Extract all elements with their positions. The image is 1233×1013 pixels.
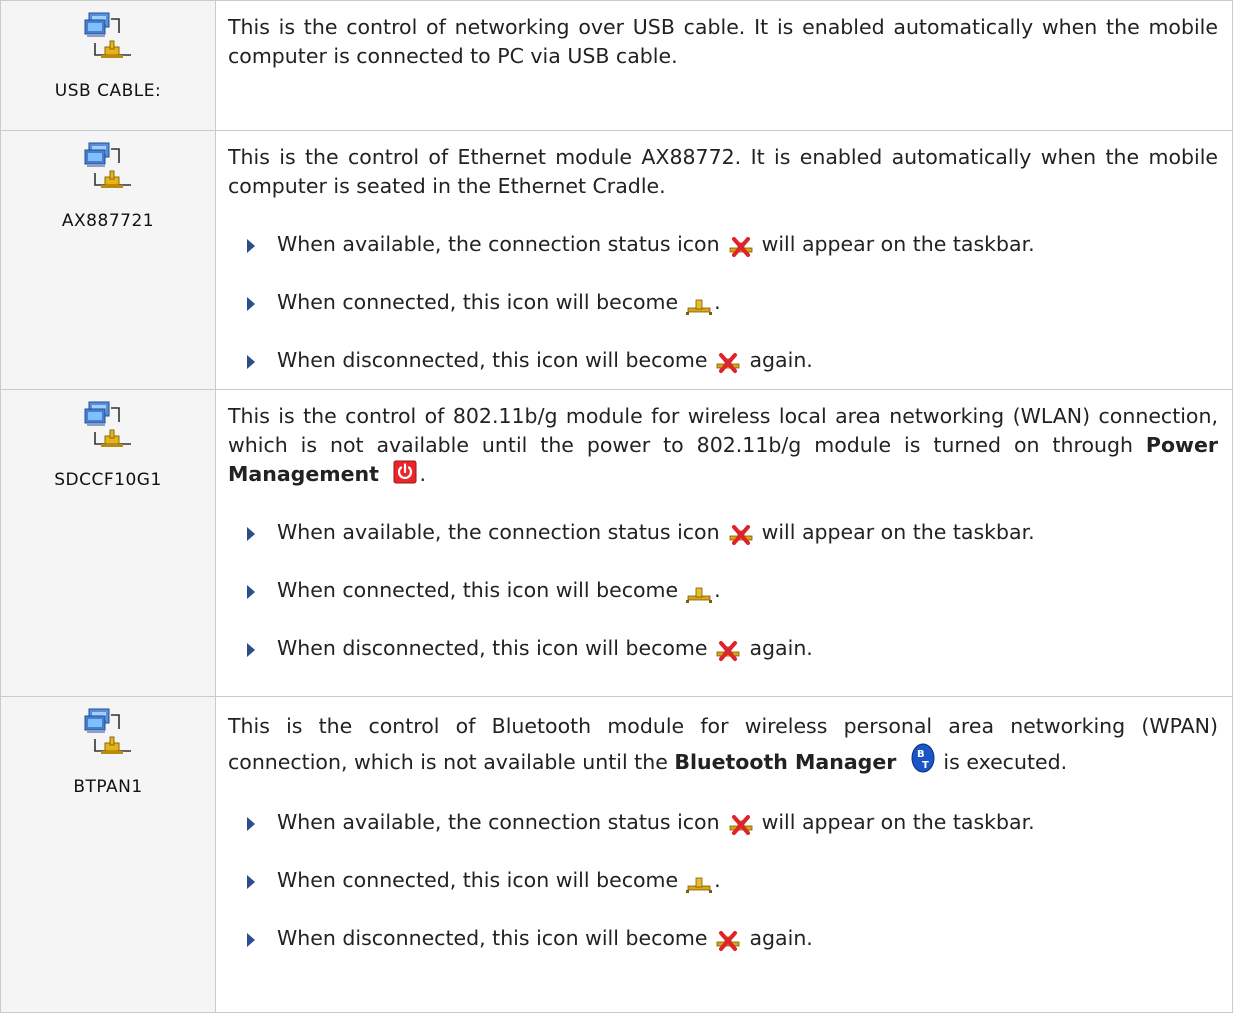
status-bullets: When available, the connection status ic… — [228, 489, 1218, 663]
network-label-cell: SDCCF10G1 — [0, 389, 216, 697]
list-item: When disconnected, this icon will become… — [228, 317, 1218, 375]
bullet-arrow-icon — [247, 933, 255, 947]
bullet-arrow-icon — [247, 297, 255, 311]
network-label-cell: BTPAN1 — [0, 696, 216, 1013]
network-label: SDCCF10G1 — [54, 470, 162, 490]
network-label: BTPAN1 — [73, 777, 143, 797]
table-row: SDCCF10G1 This is the control of 802.11b… — [0, 389, 1233, 697]
list-item: When disconnected, this icon will become… — [228, 605, 1218, 663]
list-item: When available, the connection status ic… — [228, 779, 1218, 837]
description-cell: This is the control of Ethernet module A… — [215, 130, 1233, 390]
network-disconnected-icon — [728, 815, 754, 837]
bullet-arrow-icon — [247, 643, 255, 657]
network-label: USB CABLE: — [54, 81, 162, 101]
svg-text:B: B — [917, 749, 925, 760]
network-connected-icon — [686, 583, 712, 605]
description-text: This is the control of Bluetooth module … — [228, 714, 1218, 774]
list-item: When connected, this icon will become . — [228, 837, 1218, 895]
network-disconnected-icon — [728, 525, 754, 547]
bullet-arrow-icon — [247, 817, 255, 831]
bullet-arrow-icon — [247, 527, 255, 541]
table-row: USB CABLE: This is the control of networ… — [0, 0, 1233, 131]
list-item: When available, the connection status ic… — [228, 489, 1218, 547]
description-cell: This is the control of Bluetooth module … — [215, 696, 1233, 1013]
list-item: When available, the connection status ic… — [228, 201, 1218, 259]
list-item: When connected, this icon will become . — [228, 547, 1218, 605]
status-bullets: When available, the connection status ic… — [228, 779, 1218, 953]
svg-text:T: T — [922, 760, 929, 771]
bullet-arrow-icon — [247, 239, 255, 253]
description-text: This is the control of Ethernet module A… — [228, 145, 1218, 198]
network-connected-icon — [686, 873, 712, 895]
bullet-arrow-icon — [247, 355, 255, 369]
bullet-arrow-icon — [247, 875, 255, 889]
description-text: This is the control of 802.11b/g module … — [228, 404, 1218, 486]
description-text: This is the control of networking over U… — [228, 15, 1218, 68]
network-connection-icon — [81, 707, 135, 765]
power-management-icon — [393, 460, 417, 484]
network-label: AX887721 — [61, 211, 155, 231]
list-item: When disconnected, this icon will become… — [228, 895, 1218, 953]
network-disconnected-icon — [715, 353, 741, 375]
network-connection-icon — [81, 141, 135, 199]
network-connected-icon — [686, 295, 712, 317]
network-disconnected-icon — [715, 641, 741, 663]
table-row: BTPAN1 This is the control of Bluetooth … — [0, 696, 1233, 1013]
network-disconnected-icon — [715, 931, 741, 953]
bluetooth-manager-label: Bluetooth Manager — [674, 750, 897, 774]
network-control-table: USB CABLE: This is the control of networ… — [0, 0, 1233, 1013]
network-connection-icon — [81, 11, 135, 69]
network-label-cell: AX887721 — [0, 130, 216, 390]
bullet-arrow-icon — [247, 585, 255, 599]
network-connection-icon — [81, 400, 135, 458]
description-cell: This is the control of networking over U… — [215, 0, 1233, 131]
description-cell: This is the control of 802.11b/g module … — [215, 389, 1233, 697]
table-row: AX887721 This is the control of Ethernet… — [0, 130, 1233, 390]
bluetooth-manager-icon: B T — [911, 743, 935, 773]
status-bullets: When available, the connection status ic… — [228, 201, 1218, 375]
network-label-cell: USB CABLE: — [0, 0, 216, 131]
list-item: When connected, this icon will become . — [228, 259, 1218, 317]
network-disconnected-icon — [728, 237, 754, 259]
